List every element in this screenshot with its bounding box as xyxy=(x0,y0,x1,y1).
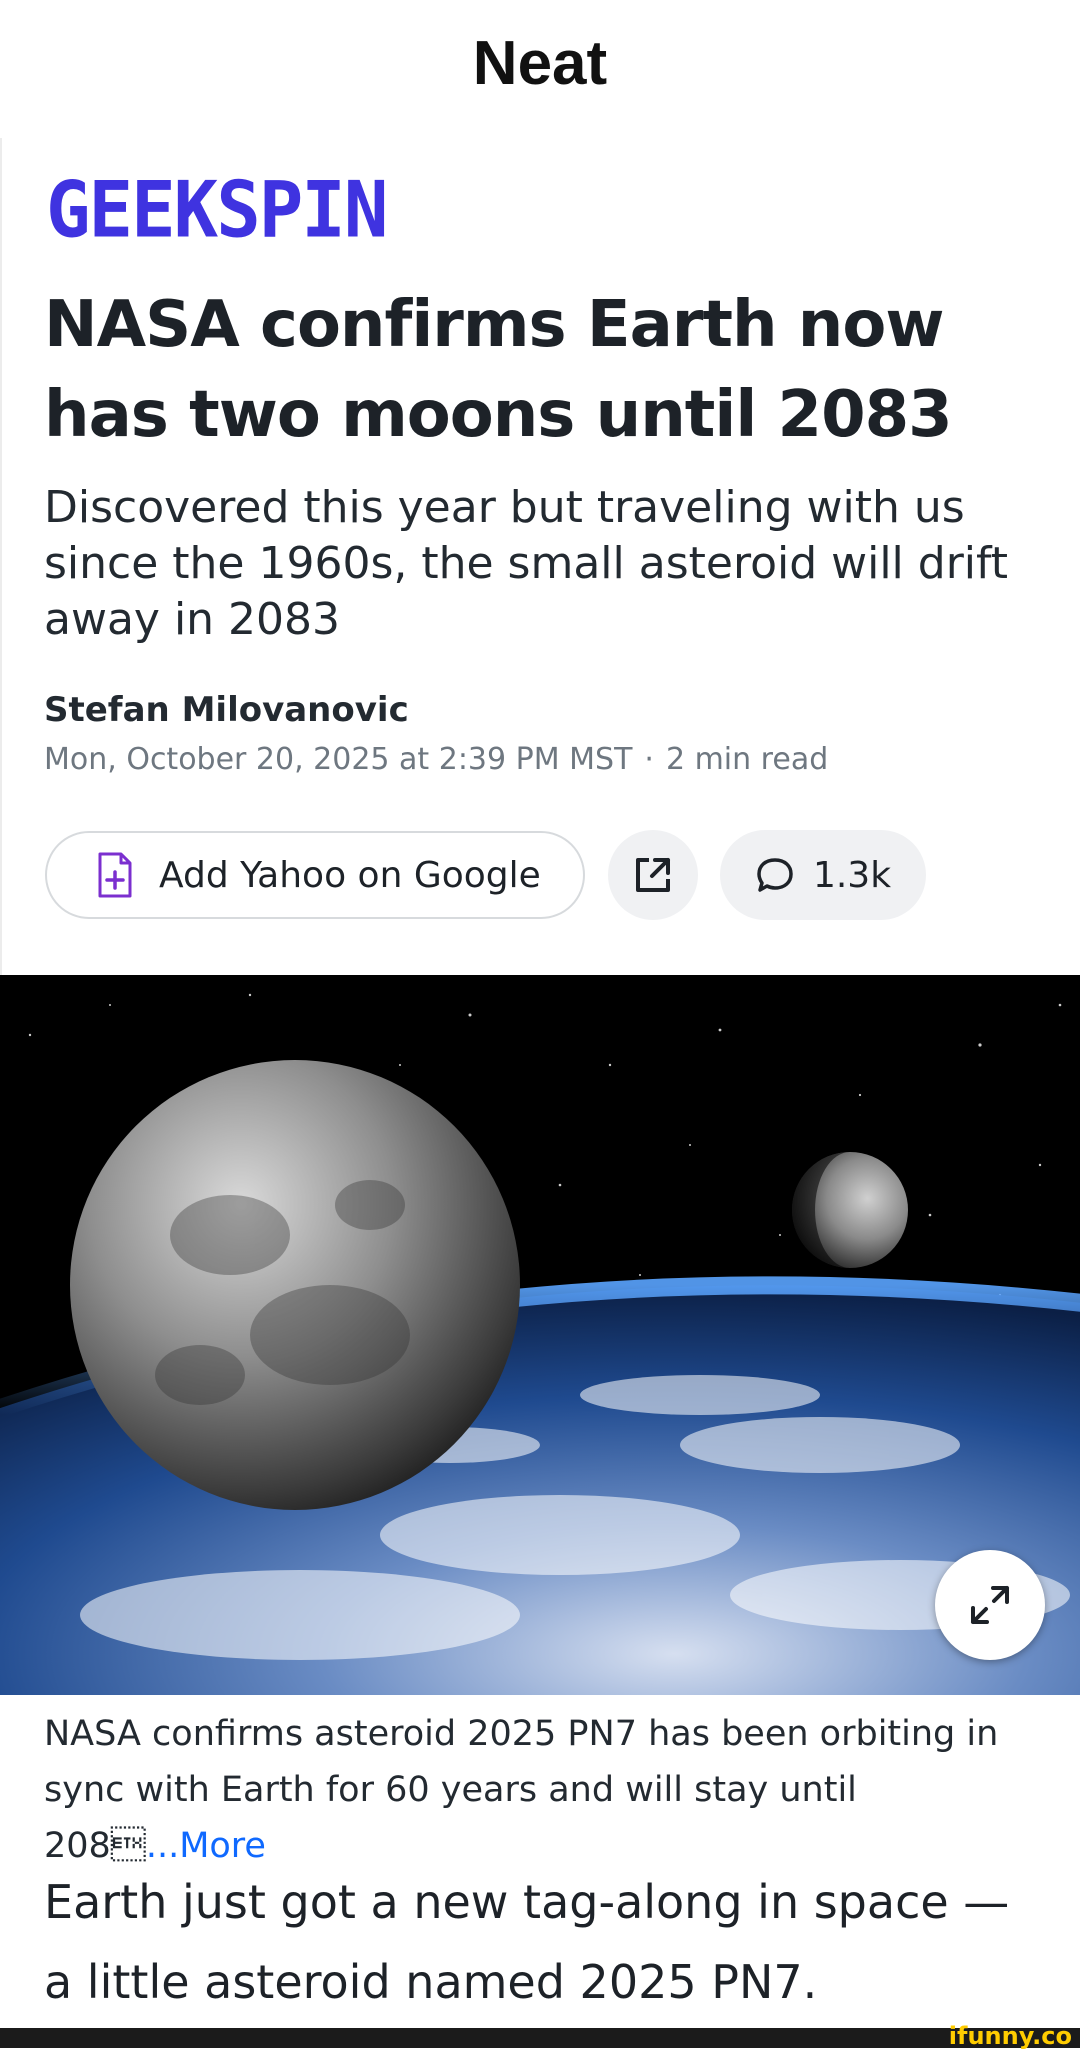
comments-button[interactable]: 1.3k xyxy=(720,830,926,920)
watermark-bar xyxy=(0,2028,1080,2048)
article-subheadline: Discovered this year but traveling with … xyxy=(44,482,1008,645)
article-meta: Mon, October 20, 2025 at 2:39 PM MST · 2 m… xyxy=(44,742,828,777)
expand-image-button[interactable] xyxy=(935,1550,1045,1660)
add-source-icon xyxy=(98,852,132,898)
add-yahoo-on-google-label: Add Yahoo on Google xyxy=(159,854,541,896)
watermark: ifunny.co xyxy=(948,2022,1072,2050)
author-name[interactable]: Stefan Milovanovic xyxy=(44,690,409,730)
comment-icon xyxy=(757,858,793,892)
read-time: 2 min read xyxy=(665,742,829,777)
expand-icon xyxy=(971,1586,1009,1624)
post-title: Neat xyxy=(472,29,608,98)
card-divider xyxy=(0,138,2,978)
add-yahoo-on-google-button[interactable]: Add Yahoo on Google xyxy=(45,831,585,919)
article-body-paragraph: Earth just got a new tag-along in space … xyxy=(44,1875,1010,2009)
image-caption: NASA confirms asteroid 2025 PN7 has been… xyxy=(44,1706,1044,1874)
publish-date: Mon, October 20, 2025 at 2:39 PM MST xyxy=(44,742,633,777)
article-hero-image[interactable] xyxy=(0,975,1080,1695)
share-icon xyxy=(636,858,670,892)
share-button[interactable] xyxy=(608,830,698,920)
article-headline: NASA confirms Earth now has two moons un… xyxy=(44,288,953,452)
publisher-logo[interactable]: GEEKSPIN xyxy=(46,168,466,252)
meta-separator: · xyxy=(644,742,654,777)
caption-more-link[interactable]: ...More xyxy=(146,1826,266,1866)
earth-two-moons-image xyxy=(0,975,1080,1695)
comments-count: 1.3k xyxy=(812,854,892,896)
